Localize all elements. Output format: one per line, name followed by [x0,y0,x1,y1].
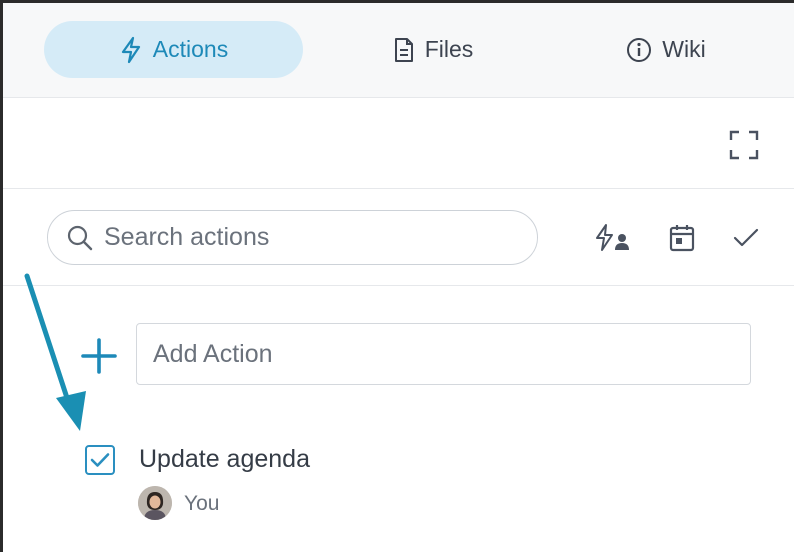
expand-button[interactable] [727,128,761,162]
search-input[interactable] [104,223,537,252]
plus-icon [81,338,117,374]
checkmark-icon [90,453,110,467]
tab-wiki-label: Wiki [662,36,706,62]
tab-files[interactable]: Files [363,21,503,78]
action-checkbox[interactable] [85,445,115,475]
filter-my-actions-button[interactable] [593,219,631,257]
my-actions-icon [596,224,629,251]
lightning-icon [121,36,140,63]
search-row [3,189,794,286]
add-action-input[interactable] [136,323,751,385]
calendar-icon [669,225,695,252]
search-box[interactable] [47,210,538,265]
fullscreen-icon [729,130,759,160]
add-action-button[interactable] [80,337,118,375]
action-title[interactable]: Update agenda [139,445,310,474]
action-assignee: You [184,492,220,515]
filter-completed-button[interactable] [727,219,765,257]
tab-actions-label: Actions [152,36,229,62]
user-photo-icon [138,486,172,520]
tab-wiki[interactable]: Wiki [601,21,731,78]
panel-toolbar [3,98,794,189]
tab-actions[interactable]: Actions [44,21,303,78]
info-icon [627,37,652,62]
search-icon [67,225,93,250]
tab-bar: Actions Files Wiki [3,3,794,98]
filter-date-button[interactable] [663,219,701,257]
file-icon [394,37,413,62]
tab-files-label: Files [424,36,474,62]
avatar [138,486,172,520]
checkmark-icon [733,228,759,247]
